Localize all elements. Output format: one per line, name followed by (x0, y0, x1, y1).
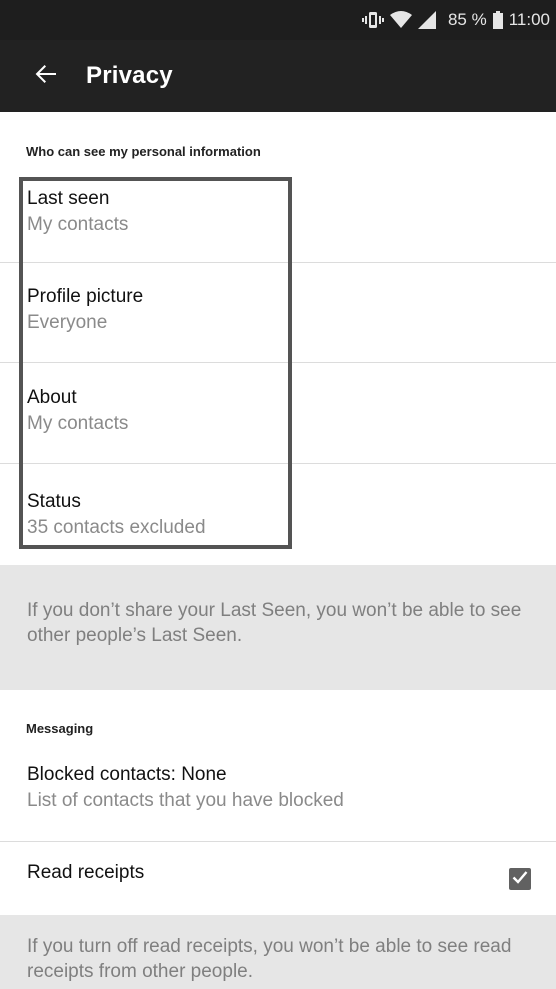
section-header-personal-info: Who can see my personal information (26, 144, 261, 159)
status-bar: 85 % 11:00 (0, 0, 556, 40)
item-value: 35 contacts excluded (27, 517, 206, 538)
app-bar: Privacy (0, 40, 556, 112)
last-seen-note: If you don’t share your Last Seen, you w… (0, 565, 556, 690)
section-header-messaging: Messaging (26, 721, 94, 736)
read-receipts-item[interactable]: Read receipts (0, 842, 556, 915)
wifi-icon (389, 11, 412, 29)
vibrate-icon (361, 10, 384, 30)
item-value: Everyone (27, 312, 108, 333)
privacy-item-status[interactable]: Status 35 contacts excluded (0, 464, 556, 564)
arrow-left-icon (34, 62, 58, 91)
blocked-contacts-item[interactable]: Blocked contacts: None List of contacts … (0, 745, 556, 841)
item-value: My contacts (27, 214, 129, 235)
checkmark-icon (512, 870, 528, 889)
battery-icon (492, 11, 503, 29)
back-button[interactable] (10, 40, 82, 112)
item-subtitle: List of contacts that you have blocked (27, 790, 344, 811)
battery-percent: 85 % (447, 10, 487, 29)
privacy-item-last-seen[interactable]: Last seen My contacts (0, 178, 556, 262)
signal-icon (417, 11, 436, 29)
read-receipts-checkbox[interactable] (509, 868, 531, 890)
privacy-item-profile-picture[interactable]: Profile picture Everyone (0, 263, 556, 362)
read-receipts-note: If you turn off read receipts, you won’t… (0, 915, 556, 989)
item-title: Status (27, 491, 81, 512)
item-title: Last seen (27, 188, 110, 209)
privacy-item-about[interactable]: About My contacts (0, 363, 556, 463)
item-value: My contacts (27, 413, 129, 434)
page-title: Privacy (86, 62, 173, 89)
clock-time: 11:00 (508, 10, 550, 29)
item-title: Read receipts (27, 862, 145, 883)
item-title: Blocked contacts: None (27, 764, 227, 785)
item-title: About (27, 387, 77, 408)
item-title: Profile picture (27, 286, 144, 307)
